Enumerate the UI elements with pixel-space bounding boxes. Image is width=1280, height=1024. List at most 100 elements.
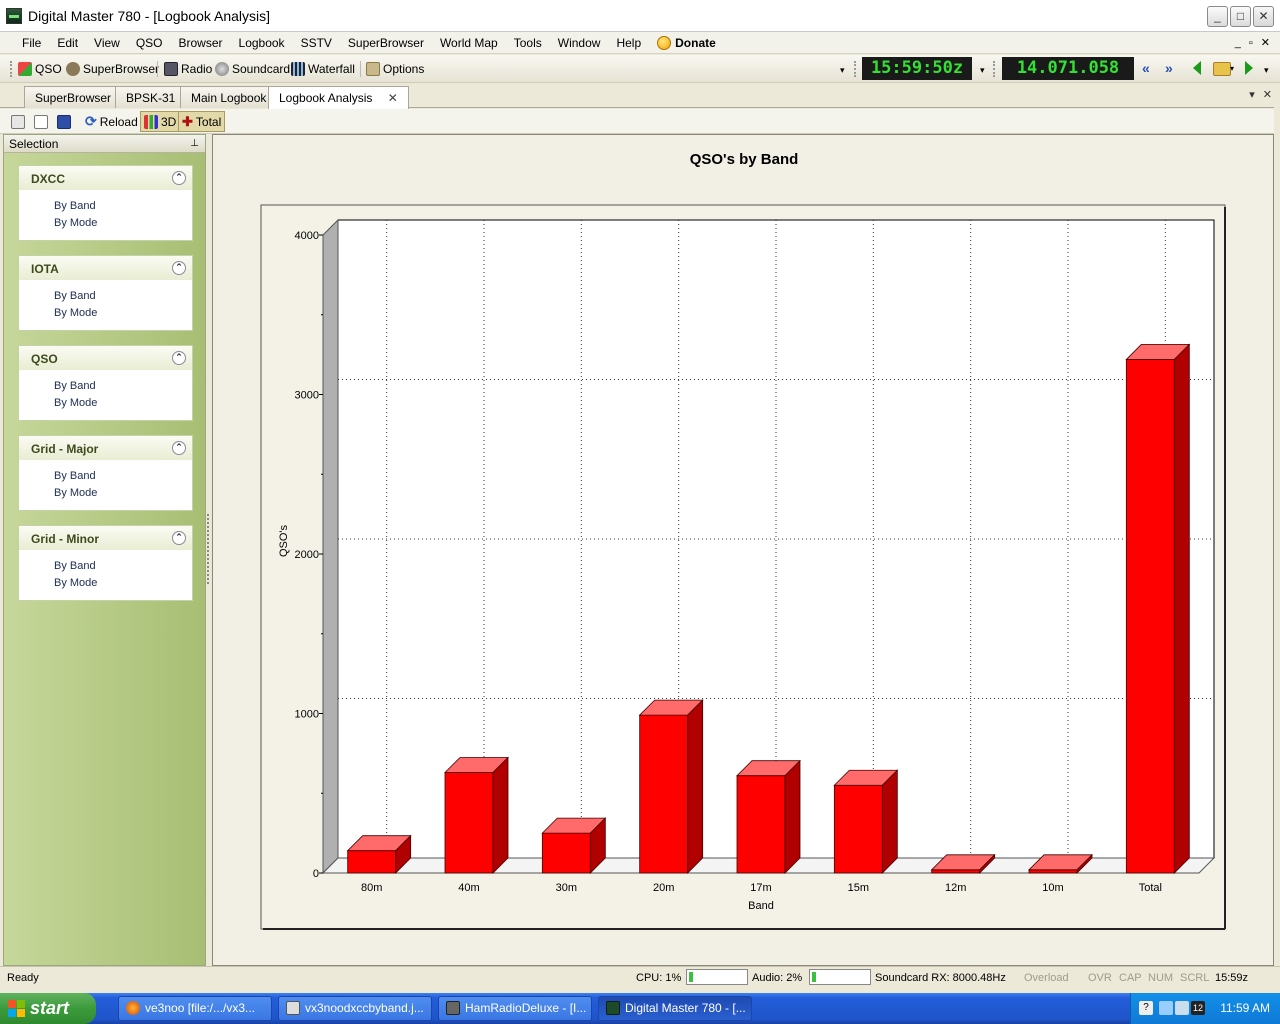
group-header[interactable]: Grid - Major ⌃ bbox=[19, 436, 192, 460]
tray-badge-icon[interactable]: 12 bbox=[1191, 1001, 1205, 1015]
x-tick-label: 15m bbox=[848, 882, 869, 894]
grid-major-by-mode-link[interactable]: By Mode bbox=[19, 485, 192, 502]
window-title: Digital Master 780 - [Logbook Analysis] bbox=[28, 7, 271, 24]
print-button[interactable] bbox=[8, 111, 28, 132]
toolbar-overflow-icon[interactable]: ▾ bbox=[980, 65, 985, 76]
waterfall-button[interactable]: Waterfall bbox=[291, 60, 355, 78]
group-header[interactable]: DXCC ⌃ bbox=[19, 166, 192, 190]
superbrowser-button[interactable]: SuperBrowser bbox=[66, 60, 159, 78]
qso-by-mode-link[interactable]: By Mode bbox=[19, 395, 192, 412]
options-button[interactable]: Options bbox=[366, 60, 424, 78]
tab-superbrowser[interactable]: SuperBrowser bbox=[24, 86, 123, 108]
menu-help[interactable]: Help bbox=[608, 32, 649, 54]
x-tick-label: Total bbox=[1139, 882, 1162, 894]
close-document-icon[interactable]: ✕ bbox=[1263, 88, 1272, 101]
qso-button[interactable]: QSO bbox=[18, 60, 62, 78]
menu-file[interactable]: File bbox=[14, 32, 49, 54]
mdi-close-button[interactable]: ✕ bbox=[1261, 32, 1270, 54]
toolbar-overflow-icon[interactable]: ▾ bbox=[1264, 65, 1269, 76]
superbrowser-label: SuperBrowser bbox=[83, 62, 160, 76]
folder-dropdown-icon[interactable]: ▾ bbox=[1230, 64, 1234, 73]
reload-button[interactable]: ⟳ Reload bbox=[82, 111, 141, 132]
iota-by-mode-link[interactable]: By Mode bbox=[19, 305, 192, 322]
grid-minor-by-band-link[interactable]: By Band bbox=[19, 558, 192, 575]
x-tick-label: 30m bbox=[556, 882, 577, 894]
dxcc-by-band-link[interactable]: By Band bbox=[19, 198, 192, 215]
menu-superbrowser[interactable]: SuperBrowser bbox=[340, 32, 432, 54]
maximize-button[interactable]: □ bbox=[1230, 6, 1251, 27]
pin-icon[interactable]: ⊥ bbox=[190, 135, 199, 153]
folder-open-icon[interactable] bbox=[1213, 62, 1231, 76]
taskbar-button-firefox[interactable]: ve3noo [file:/.../vx3... bbox=[118, 996, 272, 1021]
mdi-minimize-button[interactable]: _ bbox=[1235, 32, 1241, 54]
taskbar-button-label: vx3noodxccbyband.j... bbox=[305, 1001, 424, 1015]
toolbar-overflow-icon[interactable]: ▾ bbox=[840, 65, 845, 76]
print-preview-button[interactable] bbox=[31, 111, 51, 132]
donate-menu[interactable]: Donate bbox=[649, 32, 724, 54]
group-iota: IOTA ⌃ By Band By Mode bbox=[18, 255, 193, 331]
fast-forward-icon[interactable]: » bbox=[1165, 60, 1173, 76]
iota-by-band-link[interactable]: By Band bbox=[19, 288, 192, 305]
group-header[interactable]: Grid - Minor ⌃ bbox=[19, 526, 192, 550]
bar-front bbox=[1125, 359, 1175, 874]
group-header[interactable]: QSO ⌃ bbox=[19, 346, 192, 370]
y-axis-title: QSO's bbox=[278, 524, 290, 557]
close-button[interactable]: ✕ bbox=[1253, 6, 1274, 27]
bar-front bbox=[736, 775, 786, 874]
start-button[interactable]: start bbox=[0, 993, 96, 1024]
3d-toggle-button[interactable]: 3D bbox=[140, 111, 181, 132]
tab-main-logbook[interactable]: Main Logbook bbox=[180, 86, 278, 108]
collapse-icon[interactable]: ⌃ bbox=[172, 531, 186, 545]
bar-front bbox=[931, 869, 981, 874]
collapse-icon[interactable]: ⌃ bbox=[172, 171, 186, 185]
network-icon[interactable] bbox=[1159, 1001, 1173, 1015]
menu-world-map[interactable]: World Map bbox=[432, 32, 506, 54]
total-toggle-button[interactable]: ✚ Total bbox=[178, 111, 226, 132]
menu-logbook[interactable]: Logbook bbox=[231, 32, 293, 54]
collapse-icon[interactable]: ⌃ bbox=[172, 441, 186, 455]
status-bar: Ready CPU: 1% Audio: 2% Soundcard RX: 80… bbox=[0, 966, 1280, 988]
menu-browser[interactable]: Browser bbox=[171, 32, 231, 54]
tab-close-icon[interactable]: ✕ bbox=[388, 91, 398, 105]
toolbar-grip[interactable] bbox=[10, 61, 13, 77]
taskbar-button-digital-master[interactable]: Digital Master 780 - [... bbox=[598, 996, 752, 1021]
qso-by-band-link[interactable]: By Band bbox=[19, 378, 192, 395]
tab-logbook-analysis[interactable]: Logbook Analysis ✕ bbox=[268, 86, 409, 109]
menu-edit[interactable]: Edit bbox=[49, 32, 86, 54]
tray-chevron-icon[interactable] bbox=[1175, 1001, 1189, 1015]
menu-qso[interactable]: QSO bbox=[128, 32, 171, 54]
save-button[interactable] bbox=[54, 111, 74, 132]
radio-button[interactable]: Radio bbox=[164, 60, 212, 78]
soundcard-label: Soundcard bbox=[232, 62, 291, 76]
x-tick-label: 20m bbox=[653, 882, 674, 894]
group-header[interactable]: IOTA ⌃ bbox=[19, 256, 192, 280]
tab-list-dropdown-icon[interactable]: ▾ bbox=[1249, 88, 1255, 101]
ovr-indicator: OVR bbox=[1088, 972, 1112, 984]
grid-minor-by-mode-link[interactable]: By Mode bbox=[19, 575, 192, 592]
menu-view[interactable]: View bbox=[86, 32, 128, 54]
x-tick-label: 10m bbox=[1042, 882, 1063, 894]
collapse-icon[interactable]: ⌃ bbox=[172, 351, 186, 365]
soundcard-button[interactable]: Soundcard bbox=[215, 60, 290, 78]
previous-arrow-icon[interactable] bbox=[1193, 61, 1201, 75]
mdi-restore-button[interactable]: ▫ bbox=[1249, 32, 1253, 54]
help-icon[interactable]: ? bbox=[1139, 1001, 1153, 1015]
minimize-button[interactable]: _ bbox=[1207, 6, 1228, 27]
rewind-icon[interactable]: « bbox=[1142, 60, 1150, 76]
menu-window[interactable]: Window bbox=[550, 32, 609, 54]
tab-bpsk-31[interactable]: BPSK-31 bbox=[115, 86, 187, 108]
next-arrow-icon[interactable] bbox=[1245, 61, 1253, 75]
toolbar-grip[interactable] bbox=[993, 61, 996, 77]
hamradio-icon bbox=[446, 1001, 460, 1015]
dxcc-by-mode-link[interactable]: By Mode bbox=[19, 215, 192, 232]
menu-sstv[interactable]: SSTV bbox=[293, 32, 340, 54]
superbrowser-icon bbox=[66, 62, 80, 76]
taskbar-button-image[interactable]: vx3noodxccbyband.j... bbox=[278, 996, 432, 1021]
grid-major-by-band-link[interactable]: By Band bbox=[19, 468, 192, 485]
collapse-icon[interactable]: ⌃ bbox=[172, 261, 186, 275]
menu-tools[interactable]: Tools bbox=[506, 32, 550, 54]
splitter-grip[interactable] bbox=[207, 514, 210, 584]
x-tick-label: 12m bbox=[945, 882, 966, 894]
toolbar-grip[interactable] bbox=[854, 61, 857, 77]
taskbar-button-hamradiodeluxe[interactable]: HamRadioDeluxe - [I... bbox=[438, 996, 592, 1021]
